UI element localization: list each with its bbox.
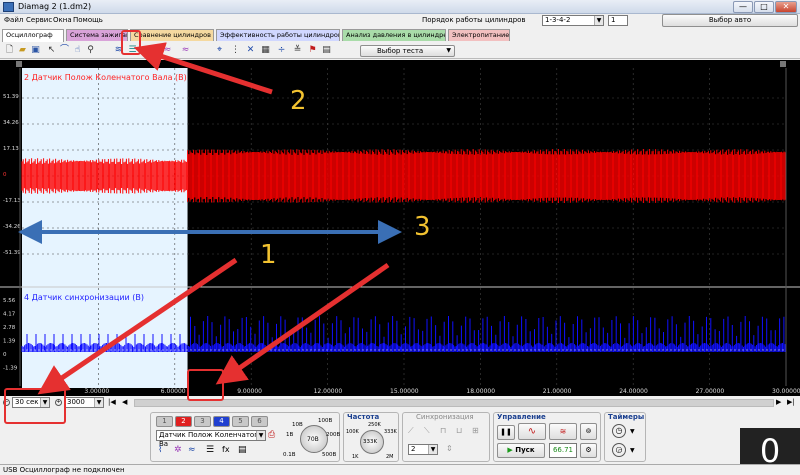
annotation-number-3: 3	[414, 212, 431, 242]
annotation-number-2: 2	[290, 86, 307, 116]
annotation-number-1: 1	[260, 240, 277, 270]
arrow-to-timebase	[37, 257, 238, 395]
highlight-box-toolbar	[121, 30, 141, 55]
highlight-box-timebase	[4, 388, 66, 424]
highlight-box-marker	[187, 369, 224, 401]
arrow-to-marker	[215, 262, 390, 385]
arrow-to-toolbar	[133, 42, 273, 95]
annotation-overlay	[18, 42, 402, 395]
